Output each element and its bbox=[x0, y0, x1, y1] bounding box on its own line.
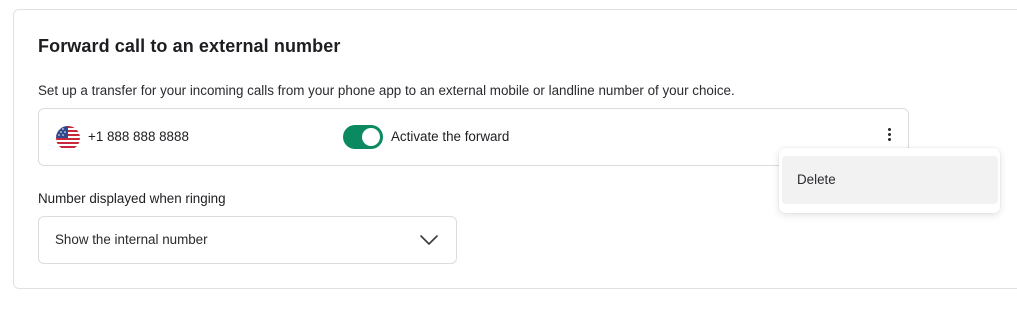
kebab-dot bbox=[887, 132, 891, 136]
toggle-knob bbox=[362, 128, 380, 146]
section-description: Set up a transfer for your incoming call… bbox=[38, 83, 735, 98]
caller-id-select[interactable]: Show the internal number bbox=[38, 216, 457, 264]
section-title: Forward call to an external number bbox=[38, 36, 341, 56]
row-actions-menu: Delete bbox=[779, 148, 1000, 213]
external-phone-number: +1 888 888 8888 bbox=[88, 129, 189, 144]
kebab-dot bbox=[887, 127, 891, 131]
activate-forward-label: Activate the forward bbox=[391, 129, 510, 144]
us-flag-icon bbox=[56, 126, 80, 150]
caller-id-selected-value: Show the internal number bbox=[55, 232, 208, 247]
activate-forward-toggle[interactable] bbox=[343, 125, 383, 149]
kebab-menu-icon[interactable] bbox=[881, 123, 897, 145]
caller-id-label: Number displayed when ringing bbox=[38, 191, 226, 206]
chevron-down-icon bbox=[420, 235, 438, 245]
delete-menu-item[interactable]: Delete bbox=[782, 156, 998, 204]
kebab-dot bbox=[887, 137, 891, 141]
